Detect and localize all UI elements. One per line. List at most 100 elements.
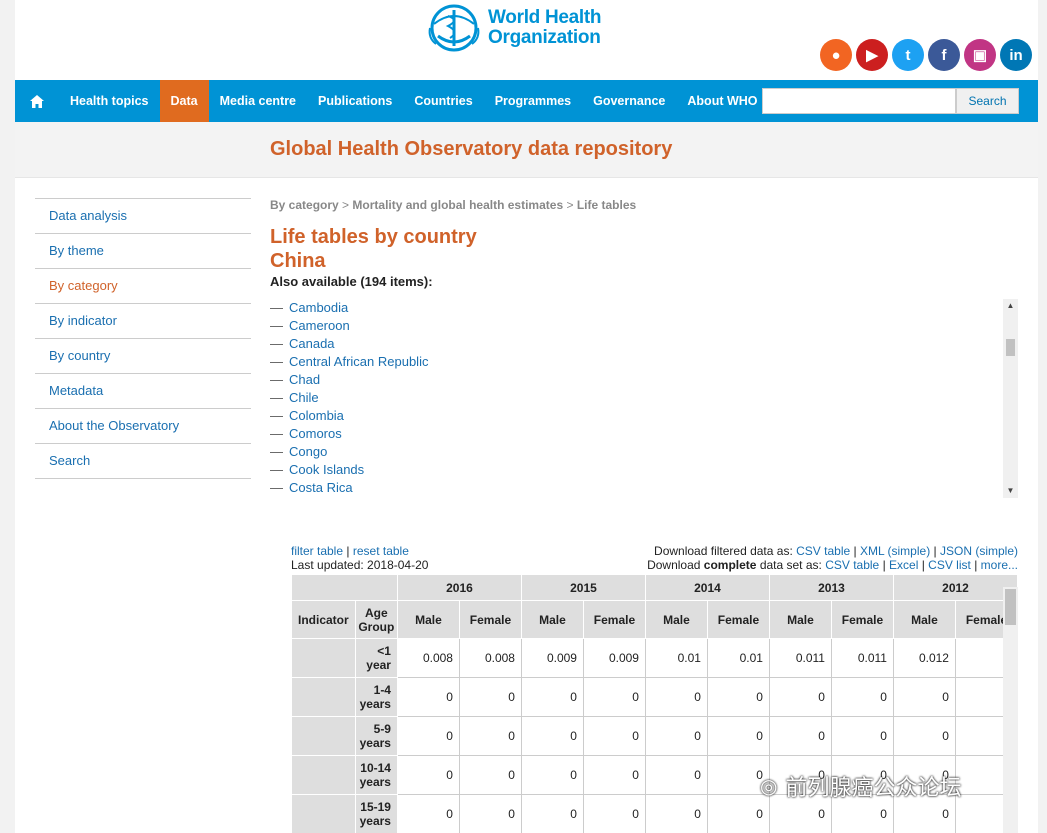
sex-header: Male: [892, 600, 956, 639]
country-link[interactable]: Colombia: [270, 407, 1019, 425]
scroll-up-icon[interactable]: ▲: [1003, 299, 1018, 313]
heading-title: Life tables by country: [270, 226, 477, 248]
sidebar-item-by-theme[interactable]: By theme: [35, 234, 251, 269]
indicator-cell: [291, 638, 356, 678]
breadcrumb-separator: >: [342, 198, 350, 212]
twitter-icon[interactable]: t: [892, 39, 924, 71]
country-link[interactable]: Central African Republic: [270, 353, 1019, 371]
table-scrollbar[interactable]: [1003, 587, 1018, 833]
value-cell: 0: [458, 716, 522, 756]
search-button[interactable]: Search: [956, 88, 1019, 114]
sex-header: Male: [644, 600, 708, 639]
download-complete-csv-list[interactable]: CSV list: [928, 558, 971, 572]
country-link[interactable]: Chad: [270, 371, 1019, 389]
nav-item-countries[interactable]: Countries: [403, 80, 483, 122]
value-cell: 0: [458, 755, 522, 795]
year-header: 2012: [892, 574, 1018, 601]
value-cell: 0: [892, 677, 956, 717]
value-cell: 0: [768, 716, 832, 756]
download-filtered-xml[interactable]: XML (simple): [860, 544, 930, 558]
year-header: 2014: [644, 574, 770, 601]
value-cell: 0: [644, 755, 708, 795]
country-link[interactable]: Congo: [270, 443, 1019, 461]
breadcrumb-separator: >: [566, 198, 574, 212]
linkedin-icon[interactable]: in: [1000, 39, 1032, 71]
download-complete-label-c: data set as:: [759, 558, 822, 572]
value-cell: 0: [644, 716, 708, 756]
nav-item-data[interactable]: Data: [159, 80, 209, 122]
value-cell: 0.009: [520, 638, 584, 678]
facebook-icon[interactable]: f: [928, 39, 960, 71]
download-filtered-csv[interactable]: CSV table: [796, 544, 850, 558]
value-cell: 0: [458, 677, 522, 717]
home-icon[interactable]: [15, 80, 59, 122]
nav-item-governance[interactable]: Governance: [582, 80, 676, 122]
youtube-icon[interactable]: ▶: [856, 39, 888, 71]
table-row: 5-9 years 0 0 0 0 0 0 0 0 0: [291, 716, 1018, 756]
value-cell: 0: [396, 794, 460, 833]
value-cell: 0.01: [644, 638, 708, 678]
year-header: 2013: [768, 574, 894, 601]
download-complete-csv[interactable]: CSV table: [825, 558, 879, 572]
value-cell: 0.011: [830, 638, 894, 678]
value-cell: 0: [582, 794, 646, 833]
sidebar-item-about-the-observatory[interactable]: About the Observatory: [35, 409, 251, 444]
who-logo[interactable]: World Health Organization: [424, 2, 602, 54]
nav-item-health-topics[interactable]: Health topics: [59, 80, 160, 122]
breadcrumb-item[interactable]: Mortality and global health estimates: [352, 198, 563, 212]
value-cell: 0.008: [396, 638, 460, 678]
filter-table-link[interactable]: filter table: [291, 544, 343, 558]
sidebar-item-by-category[interactable]: By category: [35, 269, 251, 304]
country-link[interactable]: Comoros: [270, 425, 1019, 443]
who-emblem-icon: [428, 4, 480, 52]
country-link[interactable]: Chile: [270, 389, 1019, 407]
page-title: Global Health Observatory data repositor…: [270, 138, 673, 160]
country-list[interactable]: CambodiaCameroonCanadaCentral African Re…: [270, 299, 1019, 498]
scroll-down-icon[interactable]: ▼: [1003, 484, 1018, 498]
watermark-text: 前列腺癌公众论坛: [785, 775, 962, 800]
sex-header: Male: [768, 600, 832, 639]
scroll-thumb[interactable]: [1006, 339, 1015, 356]
sidebar-item-metadata[interactable]: Metadata: [35, 374, 251, 409]
last-updated: Last updated: 2018-04-20: [291, 558, 429, 572]
nav-item-publications[interactable]: Publications: [307, 80, 403, 122]
table-scroll-thumb[interactable]: [1005, 589, 1016, 625]
sidebar-item-data-analysis[interactable]: Data analysis: [35, 199, 251, 234]
value-cell: 0: [582, 716, 646, 756]
indicator-cell: [291, 755, 356, 795]
country-link[interactable]: Costa Rica: [270, 479, 1019, 497]
year-header: 2015: [520, 574, 646, 601]
nav-item-about-who[interactable]: About WHO: [676, 80, 768, 122]
download-complete-excel[interactable]: Excel: [889, 558, 918, 572]
value-cell: 0: [768, 677, 832, 717]
country-list-scrollbar[interactable]: ▲ ▼: [1003, 299, 1018, 498]
download-filtered-json[interactable]: JSON (simple): [940, 544, 1018, 558]
sex-header: Male: [396, 600, 460, 639]
sex-header: Female: [582, 600, 646, 639]
indicator-cell: [291, 716, 356, 756]
country-link[interactable]: Cook Islands: [270, 461, 1019, 479]
nav-item-programmes[interactable]: Programmes: [484, 80, 582, 122]
rss-icon[interactable]: ●: [820, 39, 852, 71]
value-cell: 0: [892, 716, 956, 756]
sidebar-item-by-indicator[interactable]: By indicator: [35, 304, 251, 339]
breadcrumb-item[interactable]: By category: [270, 198, 339, 212]
search-input[interactable]: [762, 88, 956, 114]
country-link[interactable]: Canada: [270, 335, 1019, 353]
reset-table-link[interactable]: reset table: [353, 544, 409, 558]
value-cell: 0: [396, 677, 460, 717]
country-link[interactable]: Cambodia: [270, 299, 1019, 317]
country-link[interactable]: Cameroon: [270, 317, 1019, 335]
indicator-cell: [291, 677, 356, 717]
value-cell: 0: [644, 794, 708, 833]
age-group-cell: 15-19 years: [354, 794, 398, 833]
value-cell: 0.009: [582, 638, 646, 678]
value-cell: 0: [520, 716, 584, 756]
table-controls: filter table | reset table Last updated:…: [291, 544, 428, 572]
download-more[interactable]: more...: [981, 558, 1018, 572]
sidebar-item-by-country[interactable]: By country: [35, 339, 251, 374]
page: World Health Organization ● ▶ t f ▣ in Health…: [15, 0, 1038, 833]
instagram-icon[interactable]: ▣: [964, 39, 996, 71]
nav-item-media-centre[interactable]: Media centre: [209, 80, 307, 122]
sidebar-item-search[interactable]: Search: [35, 444, 251, 479]
